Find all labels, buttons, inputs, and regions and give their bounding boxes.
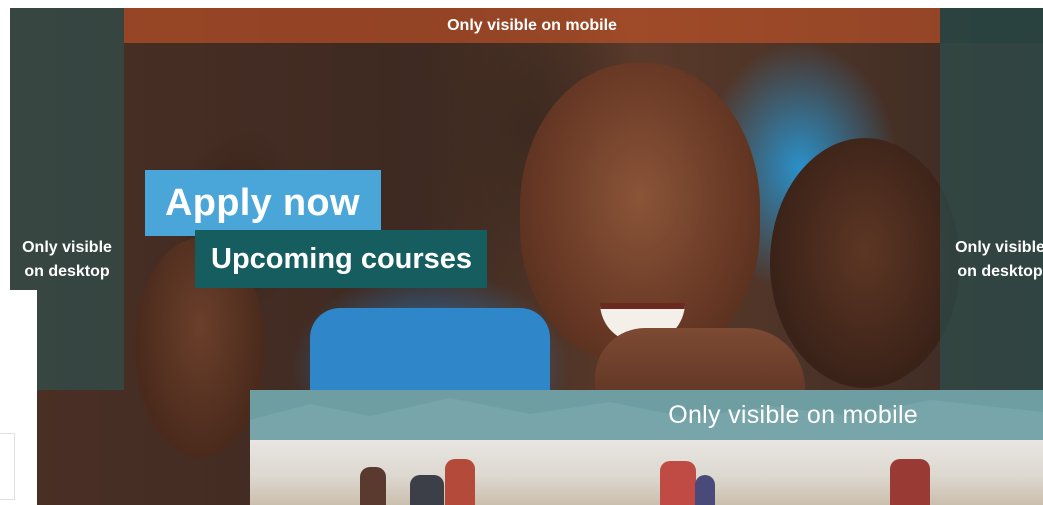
mountain-silhouette-icon	[250, 398, 1043, 440]
mobile-banner-header: Only visible on mobile	[250, 390, 1043, 440]
apply-now-button[interactable]: Apply now	[145, 170, 381, 236]
apply-now-label: Apply now	[165, 181, 360, 224]
desktop-only-panel-right: Only visible on desktop	[940, 8, 1043, 390]
left-white-box	[0, 433, 15, 500]
photo-detail-child-right	[770, 138, 960, 388]
photo-detail-walker	[445, 459, 475, 505]
mobile-only-top-strip: Only visible on mobile	[124, 8, 940, 43]
photo-detail-walker	[695, 475, 715, 505]
photo-detail-shirt	[310, 308, 550, 403]
photo-detail-walker	[890, 459, 930, 505]
photo-detail-walker	[360, 467, 386, 505]
mobile-banner[interactable]: Only visible on mobile	[250, 390, 1043, 505]
desktop-only-label-left: Only visible on desktop	[22, 239, 112, 280]
upcoming-courses-button[interactable]: Upcoming courses	[195, 230, 487, 288]
photo-detail-walker	[410, 475, 444, 505]
mobile-banner-label: Only visible on mobile	[668, 400, 918, 429]
mobile-only-top-label: Only visible on mobile	[447, 16, 617, 34]
photo-detail-walker	[660, 461, 696, 505]
top-strip-right-tint	[940, 8, 1043, 43]
desert-photo	[250, 440, 1043, 505]
upcoming-courses-label: Upcoming courses	[211, 242, 473, 275]
desktop-only-label-right: Only visible on desktop	[955, 239, 1043, 280]
